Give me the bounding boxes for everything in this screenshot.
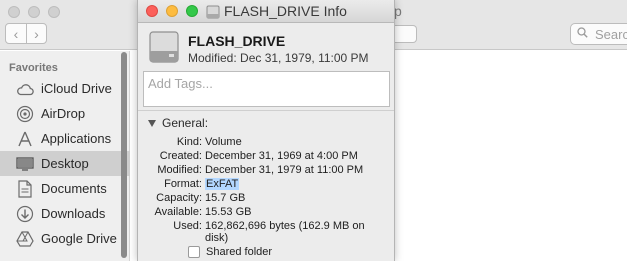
shared-folder-label: Shared folder <box>206 246 273 258</box>
applications-icon <box>15 129 35 149</box>
info-window-title: FLASH_DRIVE Info <box>224 3 347 19</box>
back-button[interactable]: ‹ <box>6 24 26 43</box>
disclosure-triangle-icon <box>148 119 156 127</box>
field-format: Format: ExFAT <box>138 178 394 192</box>
field-key: Available: <box>154 206 203 218</box>
field-available: Available: 15.53 GB <box>138 206 394 220</box>
field-key: Kind: <box>176 136 202 148</box>
nav-button-group: ‹ › <box>5 23 47 44</box>
sidebar-item-label: Desktop <box>41 156 89 171</box>
search-icon <box>577 27 588 38</box>
finder-minimize-button[interactable] <box>28 6 40 18</box>
google-drive-icon <box>15 229 35 249</box>
documents-icon <box>15 179 35 199</box>
chevron-left-icon: ‹ <box>13 25 19 42</box>
finder-zoom-button[interactable] <box>48 6 60 18</box>
tags-input[interactable]: Add Tags... <box>143 71 390 107</box>
drive-name: FLASH_DRIVE <box>188 33 286 49</box>
cloud-icon <box>15 79 35 99</box>
info-titlebar: FLASH_DRIVE Info <box>138 0 394 23</box>
sidebar-item-label: Downloads <box>41 206 106 221</box>
sidebar-item-airdrop[interactable]: AirDrop <box>0 101 130 126</box>
finder-close-button[interactable] <box>8 6 20 18</box>
field-key: Modified: <box>157 164 202 176</box>
field-created: Created: December 31, 1969 at 4:00 PM <box>138 150 394 164</box>
sidebar-item-desktop[interactable]: Desktop <box>0 151 130 176</box>
sidebar-item-google-drive[interactable]: Google Drive <box>0 226 130 251</box>
minimize-button[interactable] <box>166 5 178 17</box>
field-key: Capacity: <box>156 192 202 204</box>
field-key: Format: <box>164 178 202 190</box>
field-value: December 31, 1979 at 11:00 PM <box>205 164 364 176</box>
drive-modified-summary: Modified: Dec 31, 1979, 11:00 PM <box>188 51 369 65</box>
field-kind: Kind: Volume <box>138 136 394 150</box>
field-value: Volume <box>205 136 242 148</box>
general-section-label: General: <box>162 116 209 130</box>
sidebar-item-label: iCloud Drive <box>41 81 112 96</box>
sidebar-item-applications[interactable]: Applications <box>0 126 130 151</box>
field-key: Created: <box>159 150 202 162</box>
desktop-icon <box>15 154 35 174</box>
finder-toolbar-button[interactable] <box>393 25 417 43</box>
shared-folder-row[interactable]: Shared folder <box>188 246 272 258</box>
finder-title: p <box>394 3 402 19</box>
zoom-button[interactable] <box>186 5 198 17</box>
general-section-toggle[interactable]: General: <box>148 116 208 130</box>
screen: ‹ › p Search Favorites iCloud Drive <box>0 0 627 261</box>
field-modified: Modified: December 31, 1979 at 11:00 PM <box>138 164 394 178</box>
tags-placeholder: Add Tags... <box>148 76 213 91</box>
sidebar-item-documents[interactable]: Documents <box>0 176 130 201</box>
drive-title-icon <box>206 5 220 19</box>
sidebar-scrollbar[interactable] <box>121 52 127 258</box>
field-value: December 31, 1969 at 4:00 PM <box>205 150 358 162</box>
airdrop-icon <box>15 104 35 124</box>
close-button[interactable] <box>146 5 158 17</box>
field-value: 162,862,696 bytes (162.9 MB on <box>205 220 365 232</box>
field-value: 15.7 GB <box>205 192 246 204</box>
shared-folder-checkbox[interactable] <box>188 246 200 258</box>
sidebar-heading: Favorites <box>9 62 58 74</box>
sidebar-item-label: Google Drive <box>41 231 117 246</box>
info-panel: FLASH_DRIVE Info FLASH_DRIVE Modified: D… <box>137 0 395 261</box>
field-value-selected[interactable]: ExFAT <box>205 178 240 190</box>
field-value: 15.53 GB <box>205 206 252 218</box>
sidebar-item-label: Documents <box>41 181 107 196</box>
divider <box>138 110 394 111</box>
sidebar-item-icloud-drive[interactable]: iCloud Drive <box>0 76 130 101</box>
field-capacity: Capacity: 15.7 GB <box>138 192 394 206</box>
search-input[interactable]: Search <box>570 23 627 45</box>
drive-icon <box>149 31 179 63</box>
field-key: Used: <box>173 220 202 232</box>
field-used-continued: disk) <box>138 232 394 246</box>
sidebar-item-label: Applications <box>41 131 112 146</box>
search-placeholder: Search <box>595 27 627 42</box>
chevron-right-icon: › <box>34 25 39 42</box>
sidebar: Favorites iCloud Drive AirDrop Applicati… <box>0 51 130 261</box>
downloads-icon <box>15 204 35 224</box>
sidebar-item-label: AirDrop <box>41 106 86 121</box>
forward-button[interactable]: › <box>25 24 46 43</box>
field-value: disk) <box>205 232 229 244</box>
sidebar-item-downloads[interactable]: Downloads <box>0 201 130 226</box>
